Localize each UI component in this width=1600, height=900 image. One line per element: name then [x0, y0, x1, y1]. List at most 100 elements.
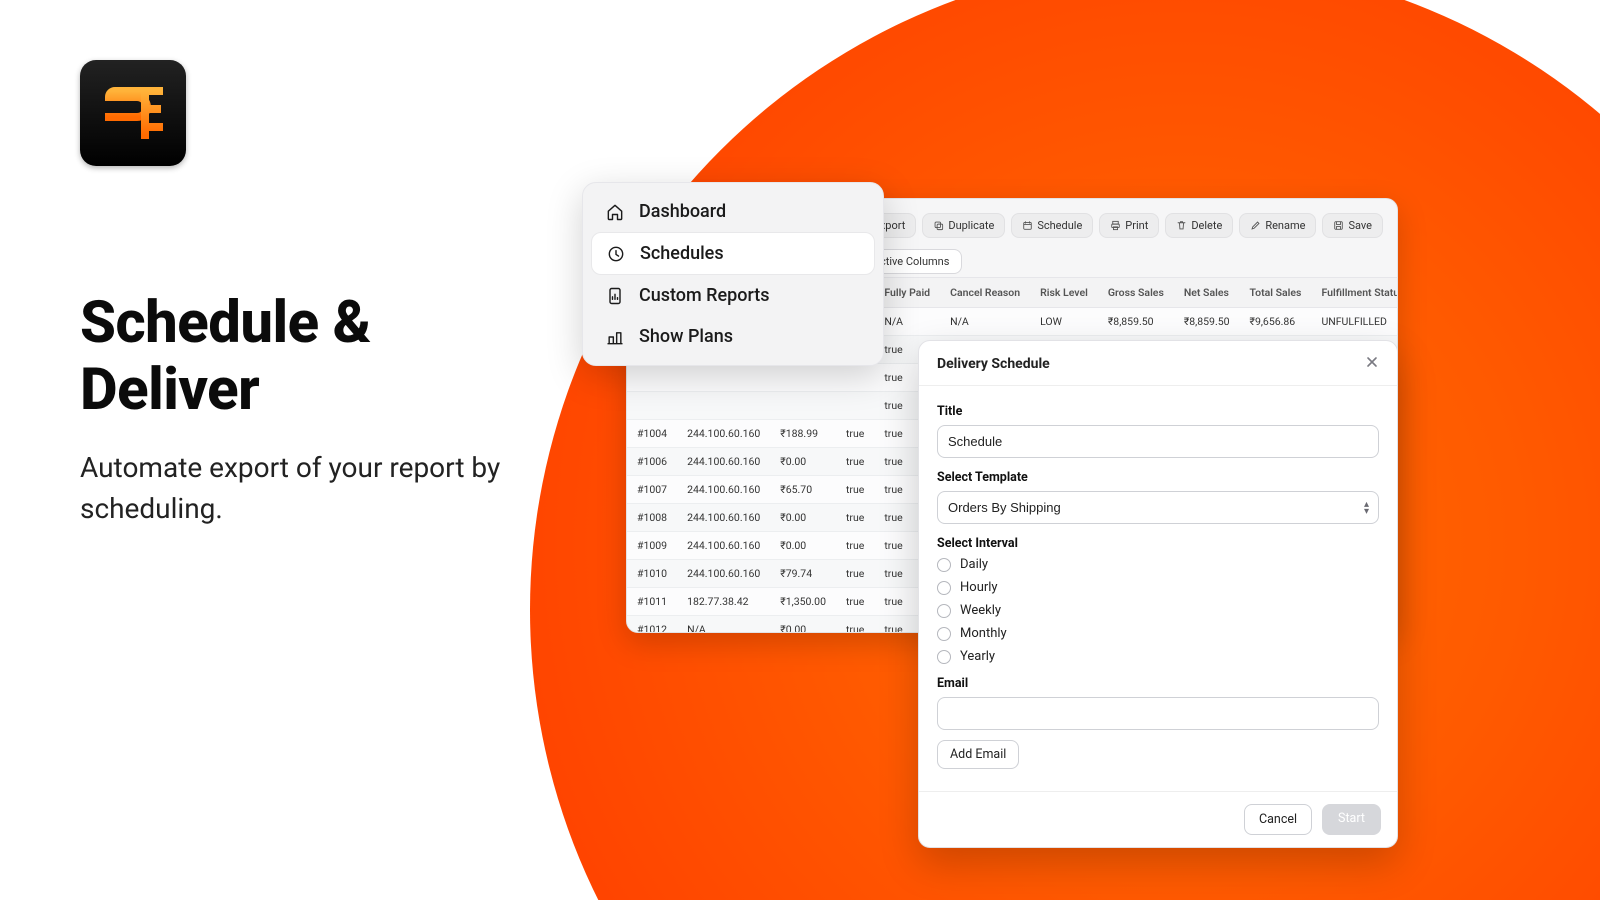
cancel-button[interactable]: Cancel — [1244, 804, 1312, 835]
start-button[interactable]: Start — [1322, 804, 1381, 835]
table-header[interactable]: Fulfillment Status — [1311, 278, 1398, 308]
rename-button[interactable]: Rename — [1239, 213, 1316, 238]
radio-icon — [937, 581, 951, 595]
interval-label: Weekly — [960, 603, 1001, 618]
table-cell: 244.100.60.160 — [677, 476, 770, 504]
close-icon — [1365, 355, 1379, 369]
table-cell: N/A — [940, 308, 1030, 336]
interval-option-monthly[interactable]: Monthly — [937, 626, 1379, 641]
nav-item-schedules[interactable]: Schedules — [591, 232, 875, 275]
pencil-icon — [1250, 220, 1261, 231]
close-button[interactable] — [1365, 355, 1379, 373]
report-icon — [605, 286, 625, 306]
email-input[interactable] — [937, 697, 1379, 730]
table-cell: true — [836, 476, 874, 504]
app-logo — [80, 60, 186, 166]
copy-icon — [933, 220, 944, 231]
printer-icon — [1110, 220, 1121, 231]
save-button[interactable]: Save — [1322, 213, 1383, 238]
delete-button[interactable]: Delete — [1165, 213, 1233, 238]
table-cell: 244.100.60.160 — [677, 504, 770, 532]
nav-label: Dashboard — [639, 201, 726, 222]
table-cell: #1010 — [627, 560, 677, 588]
table-cell — [677, 392, 770, 420]
delivery-schedule-modal: Delivery Schedule Title Select Template … — [918, 340, 1398, 848]
table-cell: #1007 — [627, 476, 677, 504]
hero-title: Schedule & Deliver — [80, 290, 371, 423]
interval-option-hourly[interactable]: Hourly — [937, 580, 1379, 595]
table-cell — [770, 364, 836, 392]
schedule-button[interactable]: Schedule — [1011, 213, 1093, 238]
table-cell: N/A — [677, 616, 770, 634]
table-cell: ₹0.00 — [770, 616, 836, 634]
interval-option-weekly[interactable]: Weekly — [937, 603, 1379, 618]
table-header[interactable]: Net Sales — [1174, 278, 1240, 308]
hero-title-line2: Deliver — [80, 356, 259, 424]
report-toolbar: Export Duplicate Schedule Print Delete R… — [848, 213, 1383, 238]
modal-title: Delivery Schedule — [937, 356, 1050, 372]
radio-icon — [937, 558, 951, 572]
interval-label: Select Interval — [937, 536, 1379, 551]
radio-icon — [937, 604, 951, 618]
radio-icon — [937, 627, 951, 641]
table-cell — [627, 364, 677, 392]
table-cell: ₹9,656.86 — [1240, 308, 1312, 336]
table-cell: #1008 — [627, 504, 677, 532]
nav-label: Schedules — [640, 243, 724, 264]
trash-icon — [1176, 220, 1187, 231]
interval-label: Monthly — [960, 626, 1007, 641]
table-cell: ₹188.99 — [770, 420, 836, 448]
table-cell: 244.100.60.160 — [677, 420, 770, 448]
calendar-icon — [1022, 220, 1033, 231]
chevron-up-down-icon: ▴▾ — [1364, 501, 1369, 515]
table-cell: LOW — [1030, 308, 1098, 336]
nav-item-custom-reports[interactable]: Custom Reports — [591, 275, 875, 316]
hero-title-line1: Schedule & — [80, 289, 371, 357]
table-cell: true — [836, 588, 874, 616]
logo-icon — [101, 81, 165, 145]
nav-menu: Dashboard Schedules Custom Reports Show … — [582, 182, 884, 366]
table-cell — [836, 392, 874, 420]
table-header[interactable]: Risk Level — [1030, 278, 1098, 308]
table-cell: true — [836, 504, 874, 532]
print-button[interactable]: Print — [1099, 213, 1159, 238]
clock-icon — [606, 244, 626, 264]
interval-option-daily[interactable]: Daily — [937, 557, 1379, 572]
table-cell: UNFULFILLED — [1311, 308, 1398, 336]
title-label: Title — [937, 404, 1379, 419]
table-cell: #1006 — [627, 448, 677, 476]
table-cell: ₹0.00 — [770, 448, 836, 476]
table-cell: true — [836, 560, 874, 588]
interval-label: Hourly — [960, 580, 998, 595]
title-input[interactable] — [937, 425, 1379, 458]
nav-label: Custom Reports — [639, 285, 770, 306]
radio-icon — [937, 650, 951, 664]
table-cell: 244.100.60.160 — [677, 532, 770, 560]
table-cell — [836, 364, 874, 392]
template-select[interactable] — [937, 491, 1379, 524]
nav-item-dashboard[interactable]: Dashboard — [591, 191, 875, 232]
table-cell: ₹0.00 — [770, 504, 836, 532]
table-cell: 244.100.60.160 — [677, 560, 770, 588]
table-cell: ₹79.74 — [770, 560, 836, 588]
table-cell: 244.100.60.160 — [677, 448, 770, 476]
nav-item-show-plans[interactable]: Show Plans — [591, 316, 875, 357]
table-cell: ₹1,350.00 — [770, 588, 836, 616]
table-cell: #1011 — [627, 588, 677, 616]
template-label: Select Template — [937, 470, 1379, 485]
add-email-button[interactable]: Add Email — [937, 740, 1019, 769]
table-header[interactable]: Cancel Reason — [940, 278, 1030, 308]
table-cell: ₹8,859.50 — [1174, 308, 1240, 336]
table-header[interactable]: Fully Paid — [874, 278, 940, 308]
table-cell — [770, 392, 836, 420]
table-header[interactable]: Total Sales — [1240, 278, 1312, 308]
table-header[interactable]: Gross Sales — [1098, 278, 1174, 308]
interval-option-yearly[interactable]: Yearly — [937, 649, 1379, 664]
table-cell: true — [836, 532, 874, 560]
hero-subtitle: Automate export of your report by schedu… — [80, 448, 550, 529]
duplicate-button[interactable]: Duplicate — [922, 213, 1005, 238]
table-cell: true — [836, 448, 874, 476]
table-cell: 182.77.38.42 — [677, 588, 770, 616]
interval-radio-group: Daily Hourly Weekly Monthly Yearly — [937, 557, 1379, 664]
plans-icon — [605, 327, 625, 347]
